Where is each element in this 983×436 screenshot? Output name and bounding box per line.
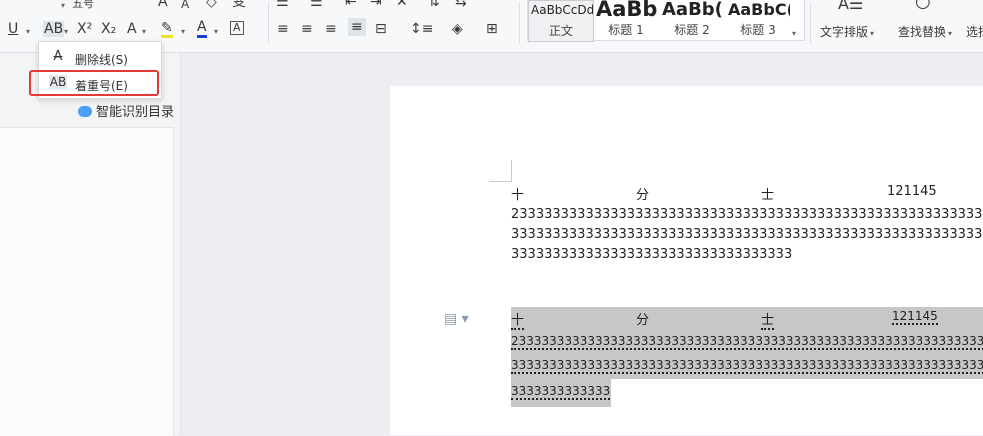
paragraph-handle-icon[interactable]: ▤ ▾ — [444, 311, 469, 327]
justify-icon[interactable]: ≡ — [348, 18, 366, 36]
toolbar-separator — [810, 2, 811, 44]
toolbar-separator — [519, 2, 520, 44]
style-heading-3[interactable]: AaBbC( 标题 3 — [726, 0, 790, 40]
distributed-icon[interactable]: ⊟ — [375, 21, 387, 37]
doc-line[interactable]: 3333333333333333333333333333333333 — [511, 247, 792, 262]
text-layout-icon[interactable]: A☰ — [838, 0, 863, 12]
font-color-arrow[interactable]: ▾ — [214, 24, 218, 40]
style-heading-2[interactable]: AaBb( 标题 2 — [660, 0, 724, 40]
doc-text: 分 — [636, 313, 650, 328]
doc-line[interactable]: 3333333333333333333333333333333333333333… — [511, 227, 983, 242]
sort-icon[interactable]: ⇅ — [428, 0, 440, 10]
highlight-arrow[interactable]: ▾ — [181, 24, 185, 40]
style-preview: AaBb( — [662, 0, 723, 20]
doc-text: 2333333333333333333333333333333333333333… — [511, 334, 983, 350]
doc-text: 十 — [511, 309, 525, 330]
decrease-indent-icon[interactable]: ⇤ — [345, 0, 357, 10]
strikethrough-icon: A — [53, 49, 63, 64]
smart-toc-icon — [78, 106, 92, 117]
shading-icon[interactable]: ◈ — [452, 21, 463, 37]
doc-text: 3333333333333 — [511, 384, 611, 400]
text-layout-button[interactable]: 文字排版 — [820, 24, 868, 40]
smart-toc-label: 智能识别目录 — [96, 105, 175, 120]
number-list-icon[interactable]: ☰ — [310, 0, 323, 10]
navigation-panel — [0, 127, 174, 436]
chinese-layout-icon[interactable]: ✕ — [396, 0, 408, 10]
style-preview: AaBbC( — [728, 0, 790, 19]
emphasis-arrow[interactable]: ▾ — [64, 24, 68, 40]
doc-text: 分 — [636, 188, 650, 203]
font-color-button[interactable]: A — [197, 19, 207, 38]
smart-toc-button[interactable]: 智能识别目录 — [78, 101, 174, 120]
text-effect-arrow[interactable]: ▾ — [142, 24, 146, 40]
menu-item-strikethrough[interactable]: A 删除线(S) — [39, 46, 159, 70]
doc-text: 士 — [761, 309, 775, 330]
align-center-icon[interactable]: ≡ — [301, 21, 313, 37]
clear-format-icon[interactable]: ◇ — [206, 0, 217, 10]
style-normal[interactable]: AaBbCcDd 正文 — [528, 0, 594, 42]
find-replace-arrow[interactable]: ▾ — [948, 26, 952, 42]
doc-text: 士 — [761, 188, 775, 203]
style-name: 标题 2 — [674, 23, 710, 37]
style-preview: AaBb — [596, 0, 658, 21]
toolbar-separator — [268, 2, 269, 44]
style-name: 标题 1 — [608, 23, 644, 37]
shrink-font-button[interactable]: A — [181, 0, 189, 12]
font-size-arrow[interactable]: ▾ — [61, 0, 65, 14]
style-gallery-scroll[interactable]: ▾ — [792, 26, 796, 42]
crop-mark — [489, 181, 511, 182]
doc-selected-line[interactable]: 2333333333333333333333333333333333333333… — [511, 331, 983, 355]
doc-selected-line[interactable]: 3333333333333333333333333333333333333333… — [511, 355, 983, 379]
doc-selected-line[interactable]: 3333333333333 — [511, 379, 611, 407]
select-button[interactable]: 选择 — [966, 24, 983, 40]
grow-font-button[interactable]: A — [158, 0, 168, 10]
text-effect-button[interactable]: A — [127, 21, 137, 37]
highlight-button[interactable]: ✎ — [161, 21, 173, 38]
style-name: 标题 3 — [740, 23, 776, 37]
search-icon[interactable]: ○ — [915, 0, 931, 11]
subscript-button[interactable]: X₂ — [101, 21, 116, 37]
underline-arrow[interactable]: ▾ — [26, 24, 30, 40]
menu-item-label: 删除线(S) — [75, 53, 128, 67]
borders-icon[interactable]: ⊞ — [486, 21, 498, 37]
doc-text: 121145 — [892, 309, 938, 325]
style-name: 正文 — [548, 24, 573, 38]
char-border-button[interactable]: A — [230, 21, 244, 35]
doc-line[interactable]: 2333333333333333333333333333333333333333… — [511, 207, 983, 222]
font-size-select[interactable]: 五号 — [72, 0, 94, 12]
style-gallery: AaBbCcDd 正文 AaBb 标题 1 AaBb( 标题 2 AaBbC( … — [527, 0, 805, 42]
line-spacing-icon[interactable]: ↕≡ — [410, 21, 433, 37]
style-heading-1[interactable]: AaBb 标题 1 — [594, 0, 658, 40]
text-layout-arrow[interactable]: ▾ — [870, 26, 874, 42]
phonetic-button[interactable]: 变 — [232, 0, 246, 10]
increase-indent-icon[interactable]: ⇥ — [370, 0, 382, 10]
doc-selected-line[interactable]: 十 分 士 121145 — [511, 307, 983, 331]
align-left-icon[interactable]: ≡ — [277, 21, 289, 37]
doc-text: 121145 — [887, 184, 937, 199]
underline-button[interactable]: U — [8, 21, 18, 37]
show-marks-icon[interactable]: ⇆ — [455, 0, 467, 10]
red-highlight-annotation — [29, 70, 159, 96]
superscript-button[interactable]: X² — [77, 21, 92, 37]
doc-text: 3333333333333333333333333333333333333333… — [511, 358, 983, 374]
style-preview: AaBbCcDd — [531, 3, 594, 17]
doc-text: 十 — [511, 188, 525, 203]
find-replace-button[interactable]: 查找替换 — [898, 24, 946, 40]
align-right-icon[interactable]: ≡ — [325, 21, 337, 37]
emphasis-button[interactable]: AB — [43, 21, 65, 37]
crop-mark — [511, 160, 512, 182]
bullet-list-icon[interactable]: ☰ — [276, 0, 289, 10]
